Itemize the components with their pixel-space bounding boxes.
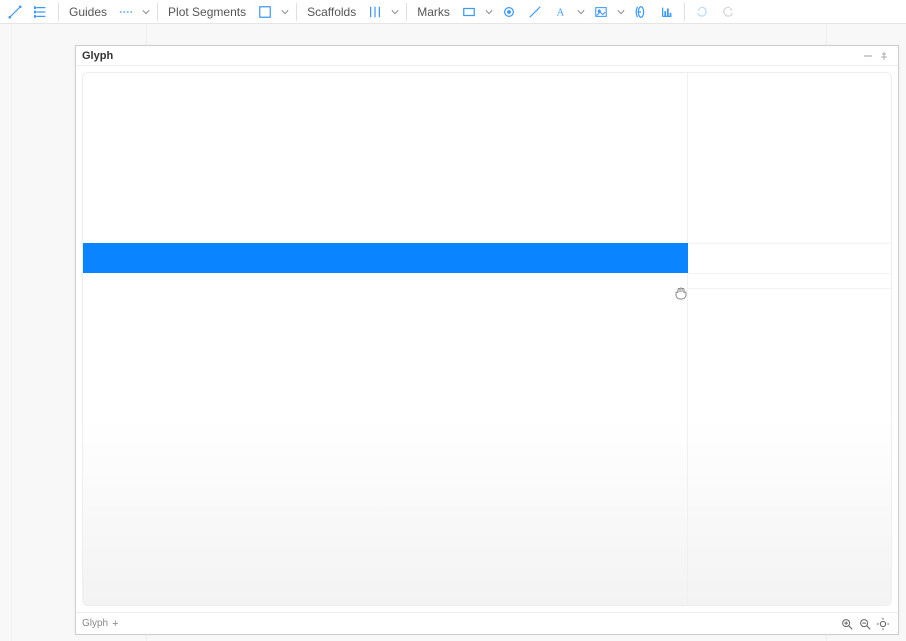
mark-rectangle-dropdown-icon[interactable]: [484, 2, 494, 22]
guide-horizontal-icon[interactable]: [115, 2, 137, 22]
plot-segments-dropdown-icon[interactable]: [280, 2, 290, 22]
scaffolds-dropdown-icon[interactable]: [390, 2, 400, 22]
mark-text-dropdown-icon[interactable]: [576, 2, 586, 22]
glyph-horizontal-guide: [688, 288, 891, 289]
mark-image-dropdown-icon[interactable]: [616, 2, 626, 22]
link-tool-icon[interactable]: [4, 2, 26, 22]
mark-image-icon[interactable]: [590, 2, 612, 22]
toolbar-divider: [296, 3, 297, 21]
glyph-horizontal-guide: [688, 243, 891, 244]
scaffolds-group-label: Scaffolds: [303, 5, 360, 19]
glyph-footer-tab[interactable]: Glyph +: [82, 618, 119, 630]
glyph-rectangle-mark[interactable]: [83, 243, 688, 273]
glyph-panel-header: Glyph: [76, 46, 898, 66]
toolbar-divider: [58, 3, 59, 21]
mark-text-icon[interactable]: A: [550, 2, 572, 22]
glyph-panel-title: Glyph: [82, 50, 113, 62]
panel-pin-icon[interactable]: [876, 48, 892, 64]
mark-line-icon[interactable]: [524, 2, 546, 22]
panel-minimize-icon[interactable]: [860, 48, 876, 64]
zoom-in-icon[interactable]: [838, 615, 856, 633]
undo-button[interactable]: [691, 2, 713, 22]
glyph-canvas[interactable]: [82, 72, 892, 606]
add-glyph-icon[interactable]: +: [112, 618, 118, 630]
mark-data-axis-icon[interactable]: [656, 2, 678, 22]
plot-segments-group-label: Plot Segments: [164, 5, 250, 19]
svg-text:A: A: [557, 7, 565, 18]
legend-tool-icon[interactable]: [30, 2, 52, 22]
toolbar-divider: [684, 3, 685, 21]
region-2d-icon[interactable]: [254, 2, 276, 22]
zoom-out-icon[interactable]: [856, 615, 874, 633]
mark-symbol-icon[interactable]: [498, 2, 520, 22]
mark-rectangle-icon[interactable]: [458, 2, 480, 22]
redo-button[interactable]: [717, 2, 739, 22]
marks-group-label: Marks: [413, 5, 454, 19]
pan-cursor-icon: [673, 285, 689, 301]
guides-dropdown-icon[interactable]: [141, 2, 151, 22]
glyph-panel-footer: Glyph +: [76, 612, 898, 634]
toolbar: Guides Plot Segments Scaffolds Marks A: [0, 0, 906, 24]
zoom-fit-icon[interactable]: [874, 615, 892, 633]
mark-icon-tool-icon[interactable]: [630, 2, 652, 22]
guides-group-label: Guides: [65, 5, 111, 19]
glyph-horizontal-guide: [688, 273, 891, 274]
glyph-footer-tab-label: Glyph: [82, 618, 108, 629]
glyph-panel: Glyph Glyph +: [75, 45, 899, 635]
glyph-vertical-guide: [687, 73, 688, 605]
toolbar-divider: [157, 3, 158, 21]
scaffold-columns-icon[interactable]: [364, 2, 386, 22]
toolbar-divider: [406, 3, 407, 21]
